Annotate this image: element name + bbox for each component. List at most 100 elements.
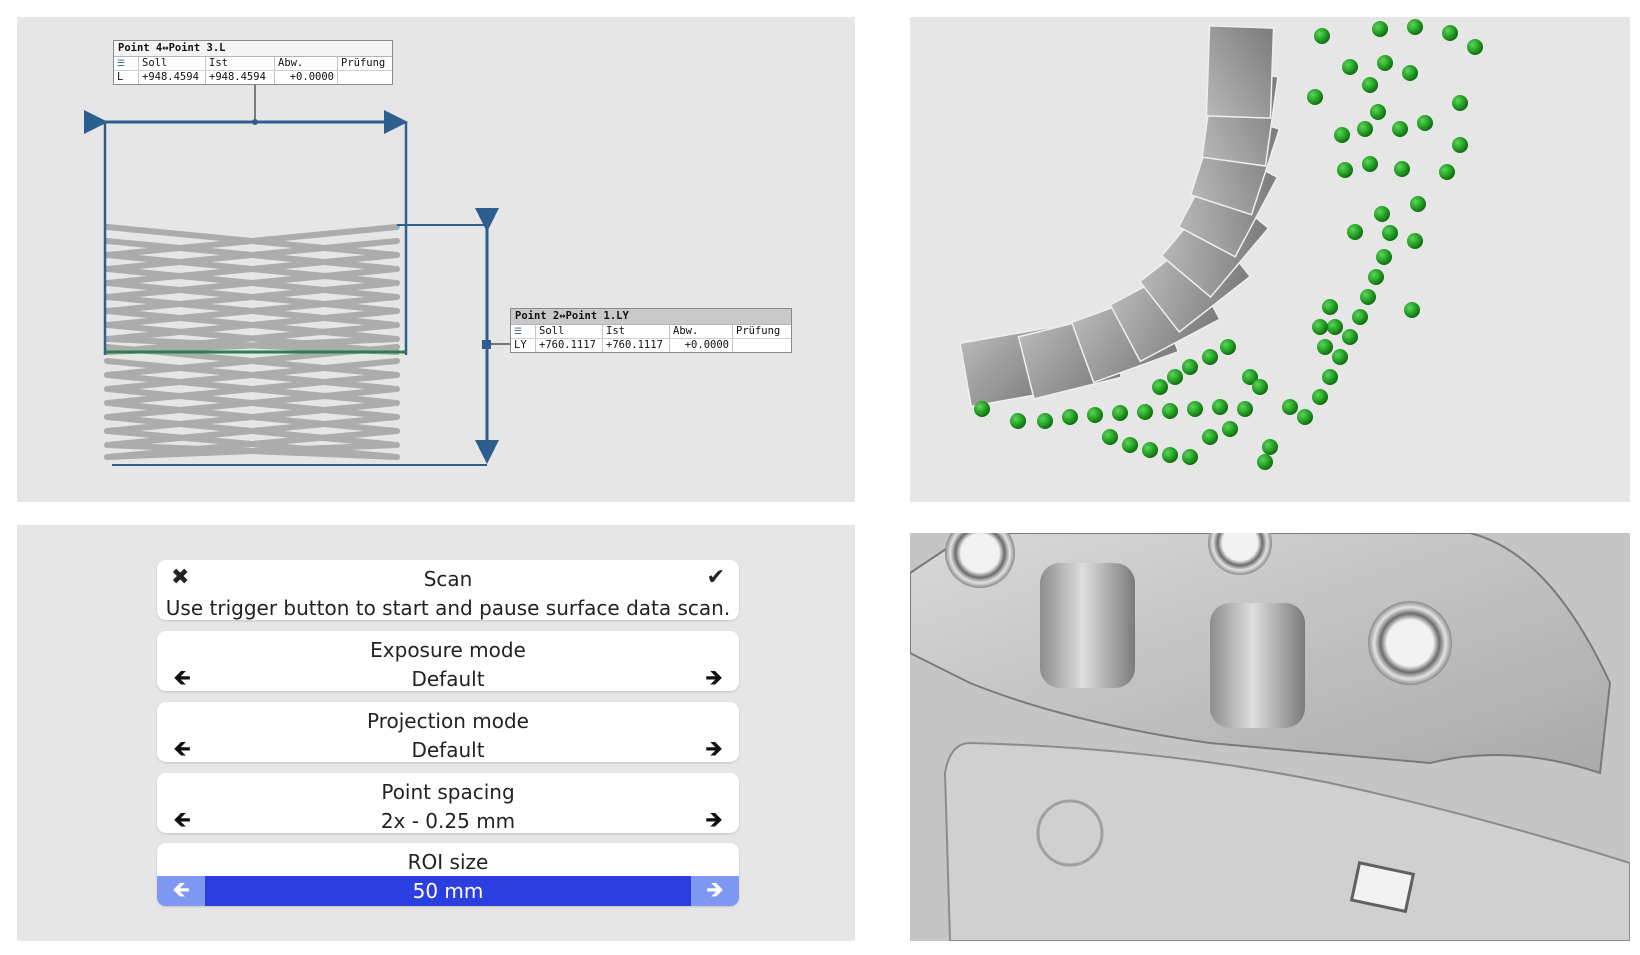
reference-marker <box>1187 401 1203 417</box>
cell-label: LY <box>511 339 536 352</box>
scan-title: Scan <box>423 567 473 591</box>
length-table-header-row: ☰ Soll Ist Abw. Prüfung <box>114 57 392 71</box>
length-measurement-table[interactable]: Point 4↔Point 3.L ☰ Soll Ist Abw. Prüfun… <box>113 40 393 85</box>
cell-pruefung <box>733 339 787 352</box>
arrow-right-icon[interactable]: 🡺 <box>699 736 729 764</box>
cell-label: L <box>114 71 139 84</box>
reference-marker <box>1394 161 1410 177</box>
reference-marker <box>1372 21 1388 37</box>
reference-marker <box>1162 447 1178 463</box>
reference-marker <box>1392 121 1408 137</box>
reference-marker <box>1322 369 1338 385</box>
header-abw: Abw. <box>275 57 338 70</box>
reference-marker <box>1402 65 1418 81</box>
header-soll: Soll <box>536 325 603 338</box>
reference-marker <box>1202 429 1218 445</box>
reference-marker <box>1332 349 1348 365</box>
mesh-lattice <box>104 224 400 460</box>
header-pruefung: Prüfung <box>341 57 386 69</box>
surface-scan-panel <box>910 533 1630 941</box>
header-abw: Abw. <box>670 325 733 338</box>
reference-marker <box>1314 28 1330 44</box>
scan-hint-text: Use trigger button to start and pause su… <box>165 596 731 620</box>
cell-abw: +0.0000 <box>670 339 733 352</box>
arrow-left-icon[interactable]: 🡸 <box>167 807 197 835</box>
header-ist: Ist <box>206 57 275 70</box>
header-soll: Soll <box>139 57 206 70</box>
reference-marker <box>1262 439 1278 455</box>
reference-marker <box>1452 95 1468 111</box>
ly-table-header-row: ☰ Soll Ist Abw. Prüfung <box>511 325 791 339</box>
arrow-left-icon[interactable]: 🡸 <box>167 736 197 764</box>
setting-value: Default <box>411 667 485 691</box>
length-table-title: Point 4↔Point 3.L <box>114 41 392 57</box>
boss-right <box>1210 603 1305 728</box>
reference-marker <box>1410 196 1426 212</box>
reference-marker <box>1362 77 1378 93</box>
arrow-left-icon[interactable]: 🡸 <box>157 876 205 906</box>
check-icon[interactable]: ✔ <box>707 564 725 592</box>
ly-table-row: LY +760.1117 +760.1117 +0.0000 <box>511 339 791 352</box>
arrow-right-icon[interactable]: 🡺 <box>691 876 739 906</box>
reference-marker <box>1362 156 1378 172</box>
photogrammetry-view-panel <box>910 17 1630 502</box>
cell-ist: +948.4594 <box>206 71 275 84</box>
surface-render <box>910 533 1630 941</box>
reference-marker <box>1122 437 1138 453</box>
reference-marker <box>1417 115 1433 131</box>
roi-selected-bar[interactable]: 🡸 50 mm 🡺 <box>157 876 739 906</box>
cell-abw: +0.0000 <box>275 71 338 84</box>
table-options-icon[interactable]: ☰ <box>511 325 536 338</box>
measurement-view-panel: Point 4↔Point 3.L ☰ Soll Ist Abw. Prüfun… <box>17 17 855 502</box>
boss-left <box>1040 563 1135 688</box>
roi-value: 50 mm <box>412 879 484 903</box>
cell-soll: +948.4594 <box>139 71 206 84</box>
reference-marker <box>1297 409 1313 425</box>
scanner-menu-panel: ✖ Scan ✔ Use trigger button to start and… <box>17 525 855 941</box>
setting-projection-mode[interactable]: Projection mode 🡸 Default 🡺 <box>157 702 739 762</box>
reference-marker <box>1152 379 1168 395</box>
reference-marker <box>1404 302 1420 318</box>
reference-marker <box>1342 329 1358 345</box>
setting-exposure-mode[interactable]: Exposure mode 🡸 Default 🡺 <box>157 631 739 691</box>
reference-marker <box>1167 369 1183 385</box>
reference-marker <box>1312 319 1328 335</box>
photogrammetry-canvas <box>959 19 1483 470</box>
reference-marker <box>1382 225 1398 241</box>
setting-roi-size[interactable]: ROI size 🡸 50 mm 🡺 <box>157 843 739 906</box>
reference-marker <box>1222 421 1238 437</box>
header-ist: Ist <box>603 325 670 338</box>
reference-marker <box>1347 224 1363 240</box>
setting-value: Default <box>411 738 485 762</box>
measurement-canvas <box>84 85 513 466</box>
reference-marker <box>1407 233 1423 249</box>
reference-marker <box>1202 349 1218 365</box>
reference-marker <box>1374 206 1390 222</box>
setting-point-spacing[interactable]: Point spacing 🡸 2x - 0.25 mm 🡺 <box>157 773 739 833</box>
length-table-row: L +948.4594 +948.4594 +0.0000 <box>114 71 392 84</box>
reference-marker <box>1182 359 1198 375</box>
reference-marker <box>1407 19 1423 35</box>
reference-marker <box>1442 25 1458 41</box>
ly-measurement-table[interactable]: Point 2↔Point 1.LY ☰ Soll Ist Abw. Prüfu… <box>510 308 792 353</box>
table-options-icon[interactable]: ☰ <box>114 57 139 70</box>
image-tile <box>1205 25 1275 119</box>
reference-marker <box>1312 389 1328 405</box>
reference-marker <box>1342 59 1358 75</box>
scan-card: ✖ Scan ✔ Use trigger button to start and… <box>157 560 739 620</box>
arrow-right-icon[interactable]: 🡺 <box>699 807 729 835</box>
reference-marker <box>1087 407 1103 423</box>
reference-marker <box>1037 413 1053 429</box>
reference-marker <box>1452 137 1468 153</box>
arrow-left-icon[interactable]: 🡸 <box>167 665 197 693</box>
reference-marker <box>1212 399 1228 415</box>
arrow-right-icon[interactable]: 🡺 <box>699 665 729 693</box>
reference-marker <box>1327 319 1343 335</box>
reference-marker <box>1376 249 1392 265</box>
reference-marker <box>1467 39 1483 55</box>
reference-marker <box>1257 454 1273 470</box>
reference-marker <box>1220 339 1236 355</box>
setting-value: 2x - 0.25 mm <box>380 809 516 833</box>
reference-marker <box>1137 404 1153 420</box>
header-pruefung: Prüfung <box>736 325 781 337</box>
